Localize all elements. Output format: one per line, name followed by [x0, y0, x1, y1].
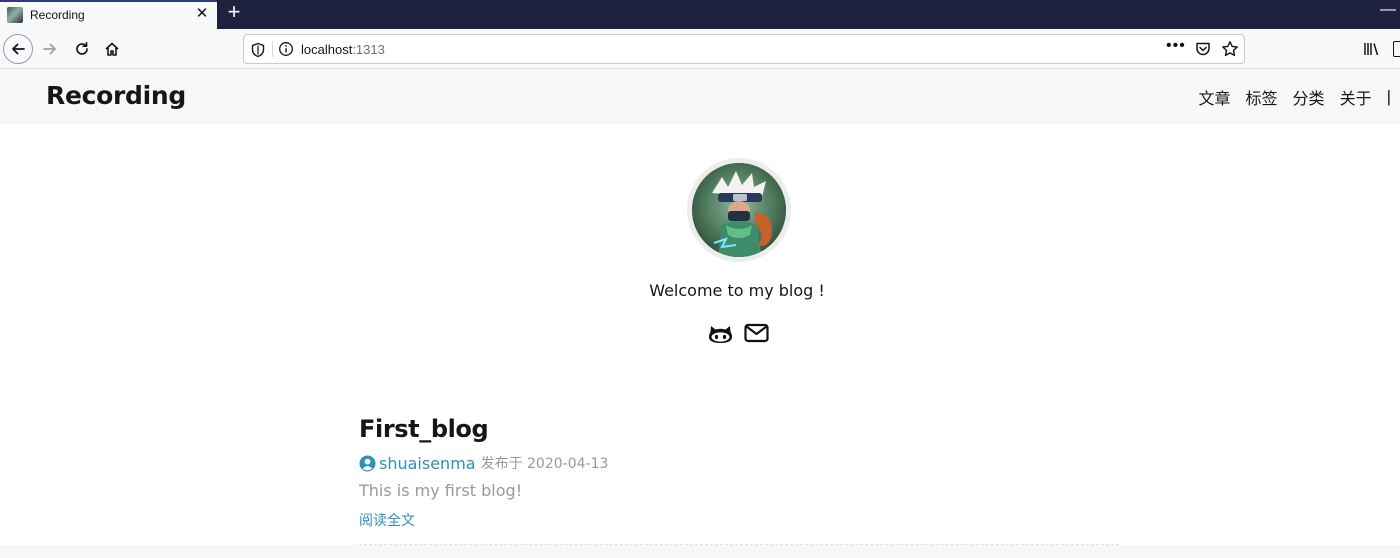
- site-logo[interactable]: Recording: [46, 81, 186, 110]
- post-date: 发布于 2020-04-13: [480, 456, 609, 472]
- url-text[interactable]: localhost:1313: [301, 42, 385, 57]
- browser-tab[interactable]: Recording ✕: [0, 0, 217, 29]
- nav-item-categories[interactable]: 分类: [1293, 85, 1325, 109]
- post-author[interactable]: shuaisenma: [379, 454, 476, 473]
- tab-title: Recording: [30, 8, 85, 22]
- post-meta: shuaisenma 发布于 2020-04-13: [359, 452, 1119, 474]
- library-icon[interactable]: [1363, 40, 1381, 58]
- home-button[interactable]: [97, 34, 127, 64]
- arrow-right-icon: [43, 43, 56, 55]
- bookmark-star-icon[interactable]: [1221, 40, 1239, 58]
- nav-item-tags[interactable]: 标签: [1246, 85, 1278, 109]
- mail-icon[interactable]: [743, 320, 770, 352]
- post-item: First_blog shuaisenma 发布于 2020-04-13 Thi…: [359, 412, 1119, 530]
- read-more-link[interactable]: 阅读全文: [359, 510, 1119, 530]
- sidebar-icon[interactable]: [1393, 41, 1400, 57]
- reload-icon: [76, 41, 88, 55]
- favicon-icon: [7, 7, 23, 23]
- site-header: Recording 文章 标签 分类 关于 |: [0, 69, 1400, 124]
- post-summary: This is my first blog!: [359, 481, 523, 500]
- avatar-frame: [687, 158, 791, 262]
- page-bottom-band: [0, 545, 1400, 558]
- nav-item-about[interactable]: 关于: [1340, 85, 1372, 109]
- site-nav: 文章 标签 分类 关于 |: [1199, 86, 1400, 108]
- home-icon: [105, 42, 119, 56]
- url-host: localhost: [301, 42, 353, 57]
- shield-icon[interactable]: [251, 42, 265, 58]
- info-icon[interactable]: [278, 41, 294, 57]
- new-tab-button[interactable]: +: [224, 1, 244, 25]
- forward-button[interactable]: [35, 34, 65, 64]
- social-links: [707, 320, 770, 352]
- avatar: [692, 163, 786, 257]
- close-tab-icon[interactable]: ✕: [193, 5, 211, 23]
- avatar-image: [692, 163, 786, 257]
- minimize-window-button[interactable]: —: [1376, 0, 1400, 24]
- back-button[interactable]: [3, 34, 33, 64]
- address-bar-separator: [272, 41, 273, 57]
- url-port: :1313: [352, 42, 385, 57]
- pocket-icon[interactable]: [1195, 41, 1211, 57]
- browser-tab-bar: Recording ✕ + —: [0, 0, 1400, 29]
- welcome-message: Welcome to my blog !: [649, 281, 825, 300]
- user-circle-icon: [359, 455, 376, 471]
- reload-button[interactable]: [67, 34, 97, 64]
- nav-item-articles[interactable]: 文章: [1199, 85, 1231, 109]
- nav-separator: |: [1386, 87, 1391, 106]
- page-actions-more-icon[interactable]: •••: [1166, 37, 1186, 55]
- post-title[interactable]: First_blog: [359, 412, 1119, 446]
- github-icon[interactable]: [707, 320, 734, 352]
- address-bar[interactable]: localhost:1313 •••: [243, 34, 1245, 64]
- arrow-left-icon: [12, 43, 25, 55]
